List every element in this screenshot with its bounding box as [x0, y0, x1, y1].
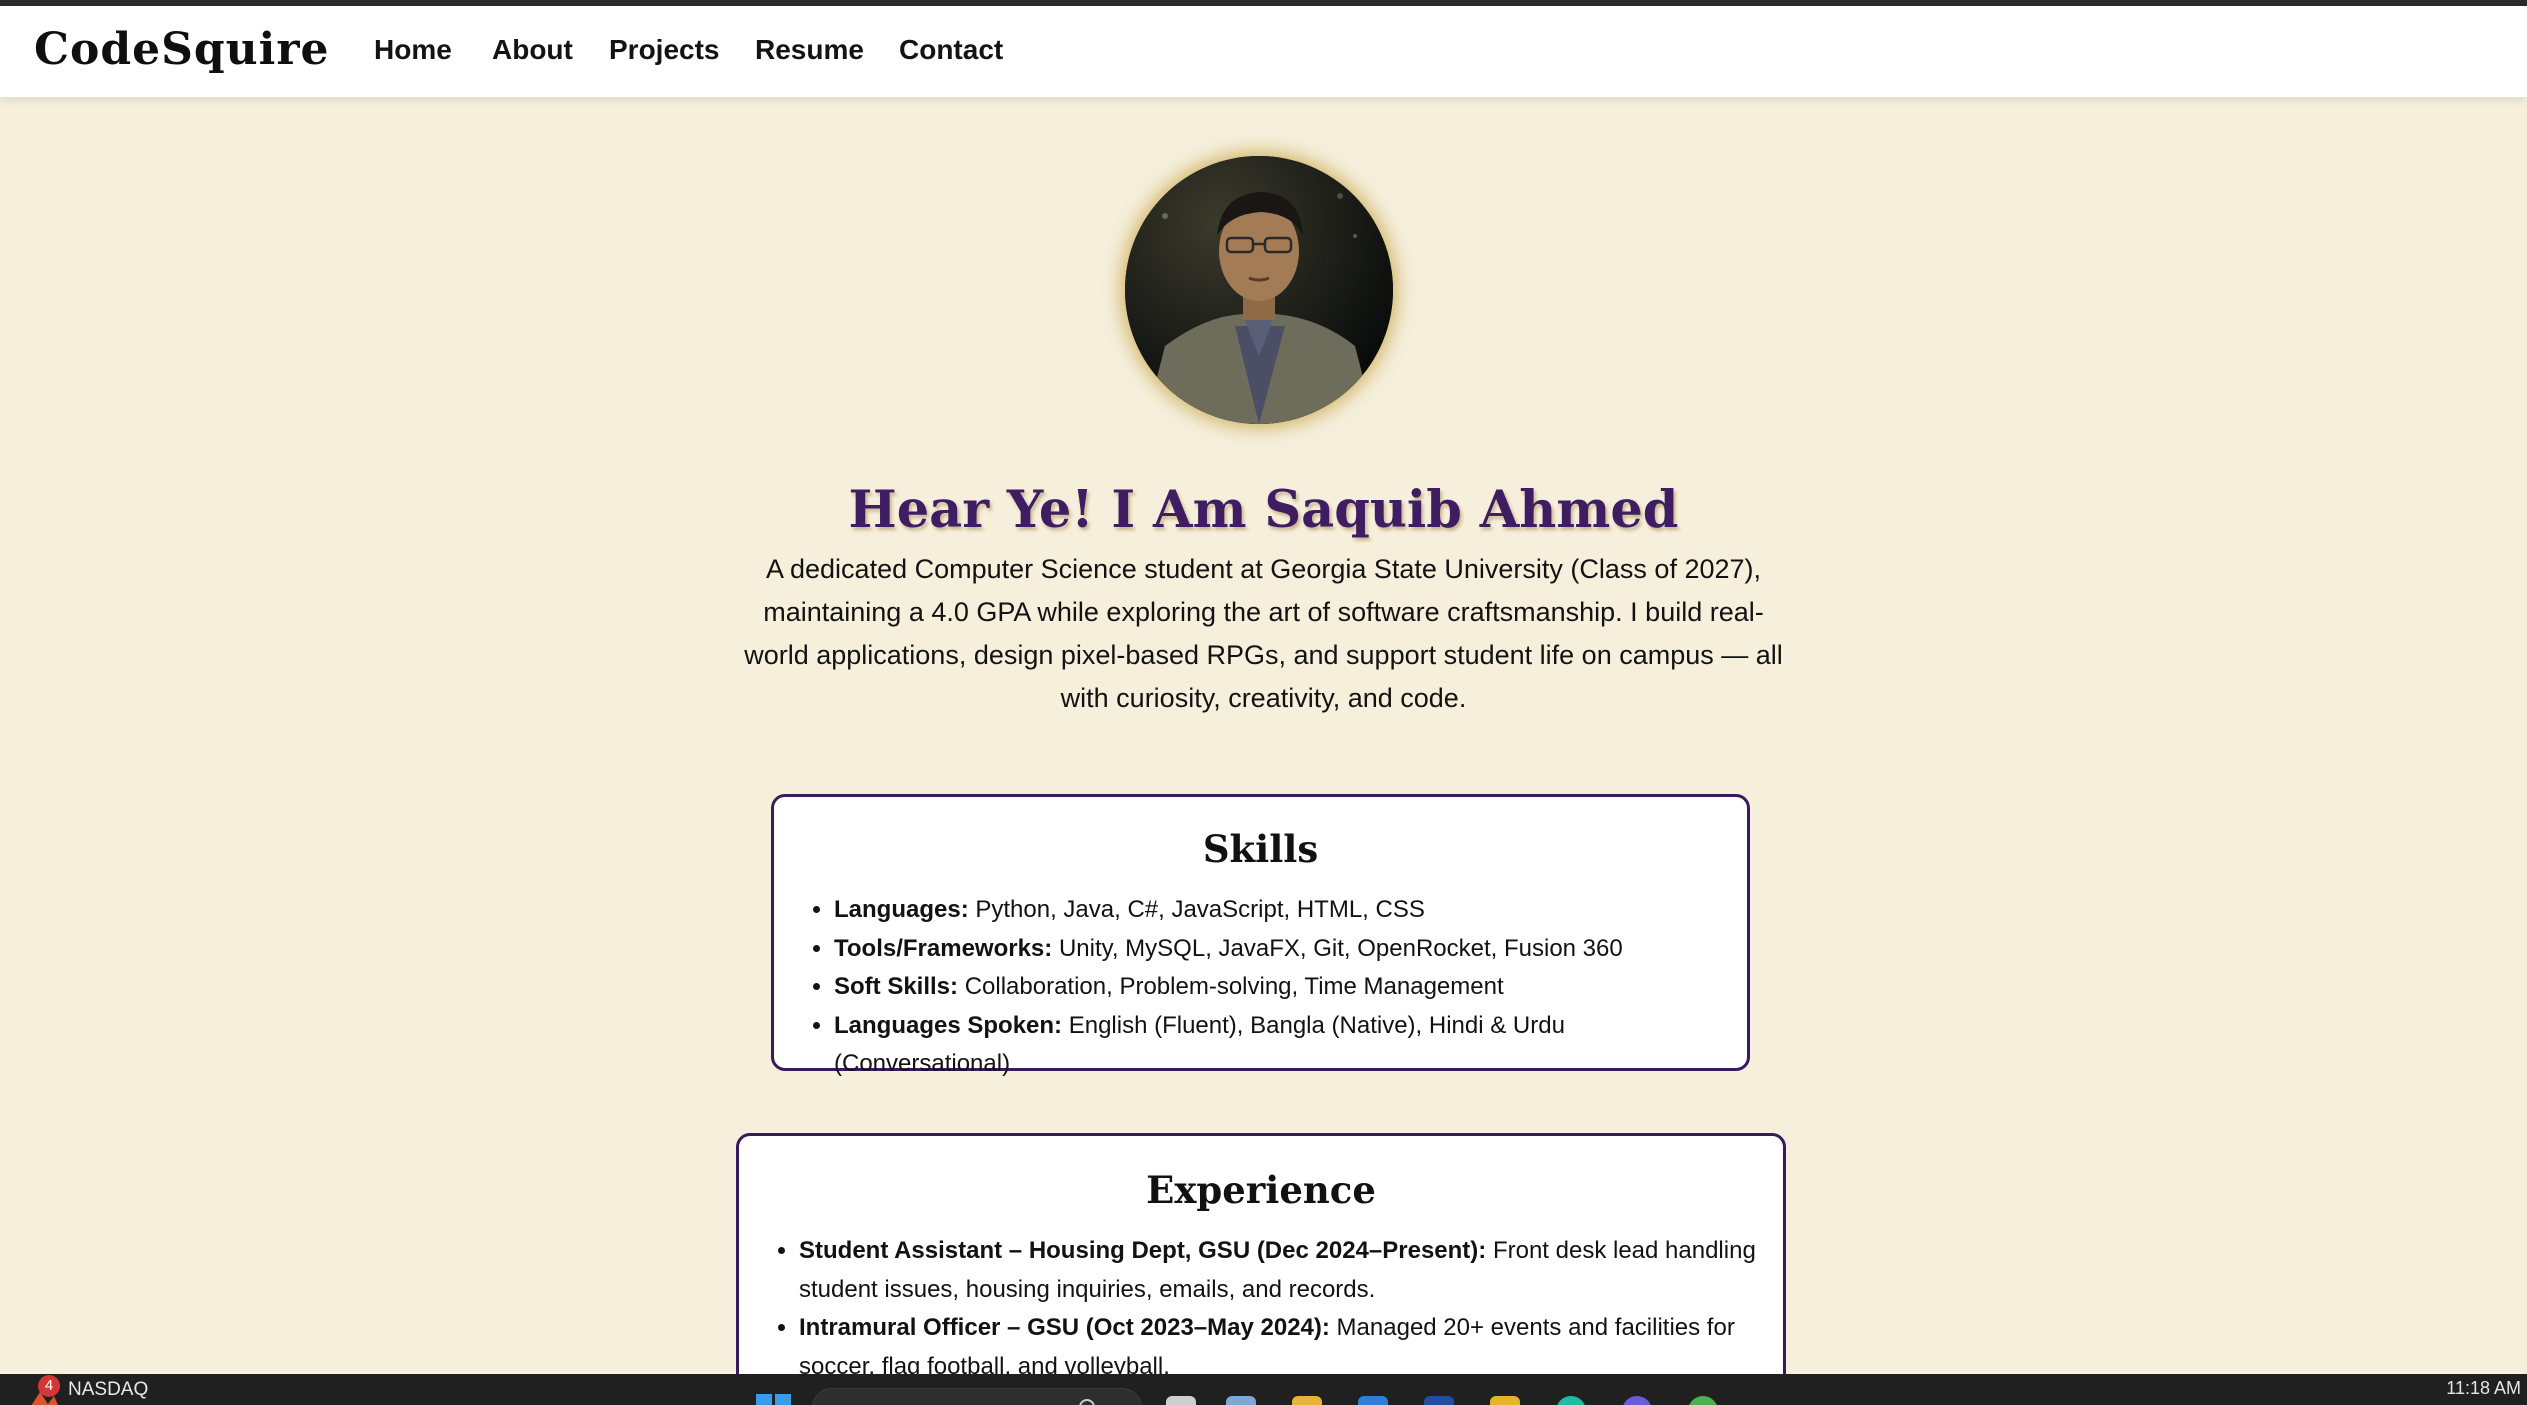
taskbar-search-box[interactable] — [812, 1388, 1142, 1405]
nav-link-contact[interactable]: Contact — [899, 34, 1003, 66]
skills-item: Soft Skills: Collaboration, Problem-solv… — [834, 968, 1747, 1007]
nav-link-about[interactable]: About — [492, 34, 573, 66]
profile-photo-icon — [1125, 156, 1393, 424]
taskbar-app-file-icon[interactable] — [1166, 1396, 1196, 1405]
notification-badge: 4 — [38, 1375, 60, 1397]
taskbar-app-chrome-icon[interactable] — [1688, 1396, 1718, 1405]
skills-item-value: Python, Java, C#, JavaScript, HTML, CSS — [968, 896, 1425, 923]
taskbar-app-mail-icon[interactable] — [1358, 1396, 1388, 1405]
skills-list: Languages: Python, Java, C#, JavaScript,… — [774, 891, 1747, 1084]
experience-item: Student Assistant – Housing Dept, GSU (D… — [799, 1232, 1783, 1309]
skills-item: Languages: Python, Java, C#, JavaScript,… — [834, 891, 1747, 930]
site-logo[interactable]: CodeSquire — [34, 24, 330, 75]
experience-item-label: Student Assistant – Housing Dept, GSU (D… — [799, 1237, 1487, 1264]
experience-list: Student Assistant – Housing Dept, GSU (D… — [739, 1232, 1783, 1386]
skills-card: Skills Languages: Python, Java, C#, Java… — [771, 794, 1750, 1077]
profile-avatar — [1125, 156, 1393, 424]
taskbar-app-notepad-icon[interactable] — [1226, 1396, 1256, 1405]
skills-item-label: Languages: — [834, 896, 969, 923]
experience-card: Experience Student Assistant – Housing D… — [736, 1133, 1786, 1405]
experience-heading: Experience — [1146, 1168, 1376, 1212]
hero-title: Hear Ye! I Am Saquib Ahmed — [848, 480, 1679, 541]
hero-description: A dedicated Computer Science student at … — [744, 554, 1783, 713]
skills-item: Tools/Frameworks: Unity, MySQL, JavaFX, … — [834, 930, 1747, 969]
windows-start-icon[interactable] — [756, 1394, 792, 1405]
search-icon — [1079, 1399, 1095, 1405]
taskbar-app-notes-icon[interactable] — [1490, 1396, 1520, 1405]
taskbar-clock[interactable]: 11:18 AM — [2446, 1378, 2521, 1399]
nav-link-resume[interactable]: Resume — [755, 34, 864, 66]
experience-item-label: Intramural Officer – GSU (Oct 2023–May 2… — [799, 1314, 1330, 1341]
os-taskbar: 4 NASDAQ 11:18 AM — [0, 1374, 2527, 1405]
skills-item-value: Unity, MySQL, JavaFX, Git, OpenRocket, F… — [1052, 934, 1623, 962]
taskbar-app-folder-icon[interactable] — [1292, 1396, 1322, 1405]
nav-link-projects[interactable]: Projects — [609, 34, 720, 66]
skills-item-label: Soft Skills: — [834, 973, 959, 1000]
skills-item-label: Languages Spoken: — [834, 1011, 1063, 1039]
nav-link-home[interactable]: Home — [374, 34, 452, 66]
taskbar-app-browser-icon[interactable] — [1556, 1396, 1586, 1405]
stock-ticker[interactable]: NASDAQ — [68, 1379, 148, 1401]
skills-item: Languages Spoken: English (Fluent), Bang… — [834, 1007, 1747, 1084]
taskbar-app-chat-icon[interactable] — [1622, 1396, 1652, 1405]
navbar: CodeSquire Home About Projects Resume Co… — [0, 6, 2527, 97]
skills-item-value: Collaboration, Problem-solving, Time Man… — [958, 973, 1504, 1000]
skills-heading: Skills — [1202, 827, 1319, 871]
taskbar-app-store-icon[interactable] — [1424, 1396, 1454, 1405]
skills-item-label: Tools/Frameworks: — [834, 934, 1053, 962]
